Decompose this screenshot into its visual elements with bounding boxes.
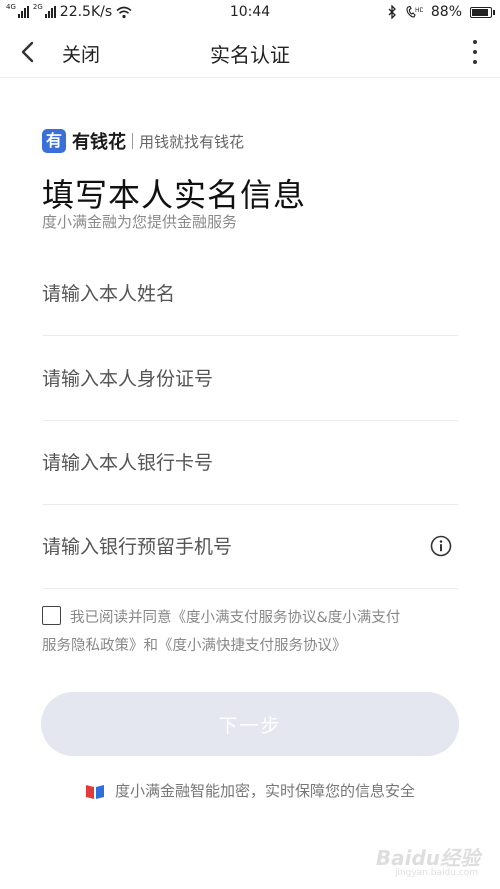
agreement-checkbox[interactable] <box>42 606 61 625</box>
brand-logo: 有 <box>42 129 66 153</box>
info-icon[interactable] <box>430 535 452 557</box>
form-title: 填写本人实名信息 <box>42 176 307 214</box>
agreement-text-line2[interactable]: 服务隐私政策》和《度小满快捷支付服务协议》 <box>42 632 347 660</box>
agreement: 我已阅读并同意《度小满支付服务协议&度小满支付 服务隐私政策》和《度小满快捷支付… <box>42 604 462 654</box>
brand-row: 有 有钱花 用钱就找有钱花 <box>42 128 244 154</box>
next-step-button[interactable]: 下一步 <box>41 692 459 756</box>
close-button[interactable]: 关闭 <box>62 40 100 67</box>
watermark-text: Baidu经验 <box>375 846 480 870</box>
nav-bar: 关闭 实名认证 <box>0 26 500 78</box>
security-shield-icon <box>85 784 104 799</box>
chevron-left-icon[interactable] <box>14 38 42 66</box>
status-bar: 4G 2G 22.5K/s 10:44 HD 88% <box>0 0 500 26</box>
phone-input[interactable] <box>42 505 422 589</box>
brand-name: 有钱花 <box>72 132 126 153</box>
status-right: HD 88% <box>387 4 495 20</box>
id-number-field <box>42 337 458 421</box>
name-field <box>42 252 458 336</box>
brand-divider <box>132 133 133 149</box>
id-number-input[interactable] <box>42 337 422 421</box>
hd-call-icon: HD <box>406 5 423 18</box>
bank-card-input[interactable] <box>42 421 422 505</box>
phone-field <box>42 505 458 589</box>
svg-text:HD: HD <box>415 7 423 14</box>
security-text: 度小满金融智能加密，实时保障您的信息安全 <box>114 782 415 800</box>
name-input[interactable] <box>42 252 422 336</box>
more-vertical-icon[interactable] <box>470 40 480 64</box>
security-note: 度小满金融智能加密，实时保障您的信息安全 <box>0 780 500 801</box>
battery-icon <box>470 6 495 18</box>
baidu-watermark: Baidu经验 jingyan.baidu.com <box>364 838 484 886</box>
watermark-sub: jingyan.baidu.com <box>394 868 478 878</box>
bank-card-field <box>42 421 458 505</box>
bluetooth-icon <box>388 5 396 19</box>
agreement-text-line1[interactable]: 我已阅读并同意《度小满支付服务协议&度小满支付 <box>70 604 462 632</box>
brand-slogan: 用钱就找有钱花 <box>139 132 245 151</box>
form-subtitle: 度小满金融为您提供金融服务 <box>42 213 238 231</box>
battery-percent: 88% <box>430 4 462 20</box>
